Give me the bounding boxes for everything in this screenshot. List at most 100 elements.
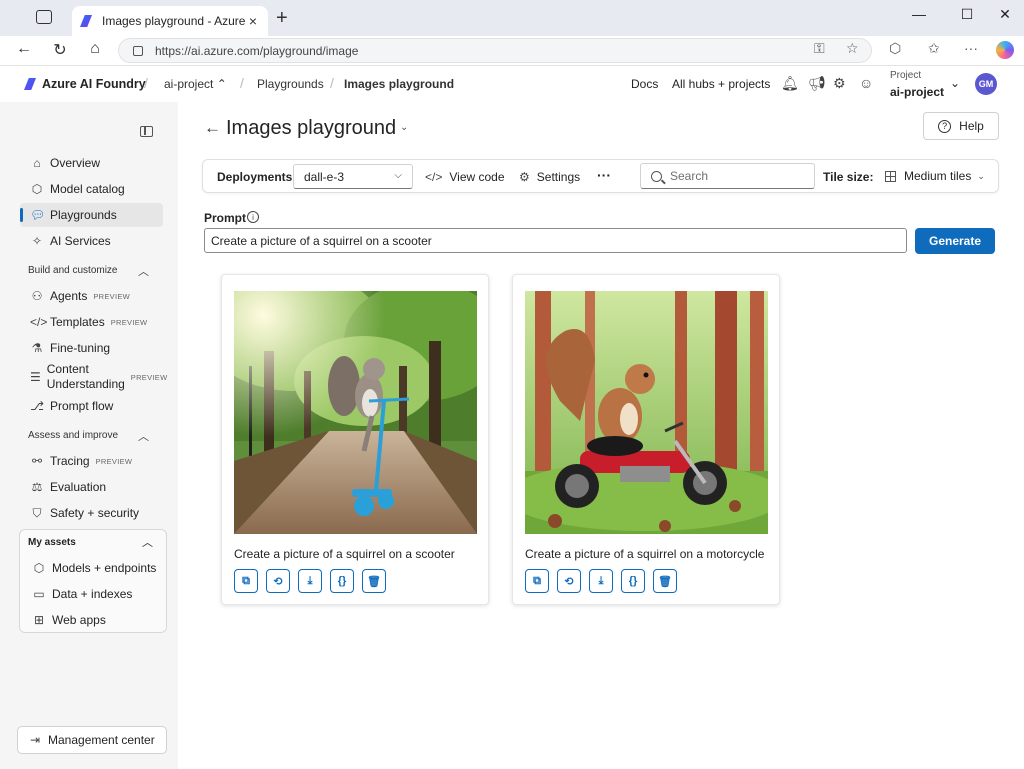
sidebar-item-model-catalog[interactable]: ⬡ Model catalog — [20, 177, 163, 201]
flask-icon: ⚗ — [31, 341, 43, 355]
sidebar-item-web-apps[interactable]: ⊞ Web apps — [22, 608, 164, 632]
copilot-icon[interactable] — [996, 41, 1014, 59]
my-assets-panel: My assets ︿ ⬡ Models + endpoints ▭ Data … — [19, 529, 167, 633]
sidebar-item-playgrounds[interactable]: 💬︎ Playgrounds — [20, 203, 163, 227]
sidebar-item-evaluation[interactable]: ⚖ Evaluation — [20, 475, 163, 499]
site-info-icon[interactable] — [133, 45, 143, 56]
delete-icon[interactable]: 🗑︎ — [653, 569, 677, 593]
address-bar: ← ↻ ⌂ https://ai.azure.com/playground/im… — [0, 36, 1024, 66]
flow-icon: ⎇ — [30, 399, 44, 413]
sidebar-item-templates[interactable]: </> Templates PREVIEW — [20, 310, 163, 334]
sidebar-item-data-indexes[interactable]: ▭ Data + indexes — [22, 582, 164, 606]
download-icon[interactable]: ⤓ — [589, 569, 613, 593]
tab-title: Images playground - Azure AI Foundry — [102, 14, 246, 28]
hubs-link[interactable]: All hubs + projects — [672, 77, 770, 91]
tab-actions-icon[interactable] — [36, 10, 52, 24]
gear-icon: ⚙ — [519, 170, 530, 184]
url-text: https://ai.azure.com/playground/image — [155, 43, 359, 58]
tile-size-dropdown[interactable]: Medium tiles ⌄ — [885, 169, 985, 183]
extensions-icon[interactable]: ⬡ — [889, 40, 901, 57]
favorite-star-icon[interactable]: ☆ — [846, 40, 859, 57]
generate-button[interactable]: Generate — [915, 228, 995, 254]
close-window-icon[interactable]: ✕ — [995, 6, 1015, 23]
tracing-icon: ⚯ — [31, 454, 43, 468]
project-name[interactable]: ai-project — [890, 85, 944, 99]
chevron-down-icon: ⌵ — [394, 170, 402, 181]
json-icon[interactable]: {} — [330, 569, 354, 593]
search-input[interactable]: Search — [640, 163, 815, 189]
avatar[interactable]: GM — [975, 73, 997, 95]
sidebar-item-prompt-flow[interactable]: ⎇ Prompt flow — [20, 394, 163, 418]
sidebar-item-tracing[interactable]: ⚯ Tracing PREVIEW — [20, 449, 163, 473]
breadcrumb-playgrounds[interactable]: Playgrounds — [257, 77, 324, 91]
docs-link[interactable]: Docs — [631, 77, 658, 91]
main-content: ← Images playground ⌄ ? Help Deployments… — [178, 102, 1024, 769]
more-options-button[interactable]: ··· — [597, 167, 611, 183]
copy-icon[interactable]: ⧉ — [525, 569, 549, 593]
sidebar-item-fine-tuning[interactable]: ⚗ Fine-tuning — [20, 336, 163, 360]
chevron-updown-icon: ⌃ — [216, 77, 227, 91]
breadcrumb-current: Images playground — [344, 77, 455, 91]
megaphone-icon[interactable]: 📢︎ — [808, 75, 826, 92]
edit-icon[interactable]: ⟲ — [557, 569, 581, 593]
edit-icon[interactable]: ⟲ — [266, 569, 290, 593]
delete-icon[interactable]: 🗑︎ — [362, 569, 386, 593]
tile-size-label: Tile size: — [823, 170, 874, 184]
breadcrumb-separator: / — [240, 75, 244, 91]
sidebar-item-models-endpoints[interactable]: ⬡ Models + endpoints — [22, 556, 164, 580]
code-icon: </> — [30, 315, 48, 329]
sidebar-item-ai-services[interactable]: ✧ AI Services — [20, 229, 163, 253]
settings-button[interactable]: ⚙ Settings — [519, 170, 580, 184]
chevron-up-icon[interactable]: ︿ — [138, 428, 149, 444]
back-arrow-icon[interactable]: ← — [204, 118, 221, 138]
more-browser-icon[interactable]: ··· — [964, 40, 978, 56]
page-title: Images playground — [226, 117, 397, 139]
minimize-icon[interactable]: — — [909, 6, 929, 22]
key-icon[interactable]: ⚿ — [814, 40, 825, 57]
new-tab-icon[interactable]: + — [276, 7, 288, 30]
brand-name[interactable]: Azure AI Foundry — [42, 77, 146, 91]
chevron-down-icon[interactable]: ⌄ — [950, 76, 960, 90]
help-button[interactable]: ? Help — [923, 112, 999, 140]
refresh-icon[interactable]: ↻ — [50, 40, 70, 60]
download-icon[interactable]: ⤓ — [298, 569, 322, 593]
deployment-dropdown[interactable]: dall-e-3 ⌵ — [293, 164, 413, 189]
copy-icon[interactable]: ⧉ — [234, 569, 258, 593]
database-icon: ▭ — [33, 587, 45, 601]
collapse-sidebar-icon[interactable] — [140, 126, 153, 137]
cube-icon: ⬡ — [33, 561, 45, 575]
image-caption: Create a picture of a squirrel on a scoo… — [234, 547, 455, 561]
gear-icon[interactable]: ⚙ — [833, 75, 846, 92]
back-icon[interactable]: ← — [14, 40, 34, 58]
chat-bubbles-icon: 💬︎ — [30, 208, 46, 222]
preview-badge: PREVIEW — [95, 456, 133, 466]
breadcrumb-project[interactable]: ai-project ⌃ — [164, 77, 227, 91]
agent-icon: ⚇ — [31, 289, 43, 303]
generated-image-motorcycle[interactable] — [525, 291, 768, 534]
url-field[interactable]: https://ai.azure.com/playground/image — [118, 38, 872, 63]
sidebar-item-overview[interactable]: ⌂ Overview — [20, 151, 163, 175]
chevron-up-icon[interactable]: ︿ — [142, 534, 153, 550]
chevron-up-icon[interactable]: ︿ — [138, 263, 149, 279]
json-icon[interactable]: {} — [621, 569, 645, 593]
generated-image-scooter[interactable] — [234, 291, 477, 534]
home-icon[interactable]: ⌂ — [85, 40, 105, 58]
sidebar-item-content-understanding[interactable]: ☰ Content Understanding PREVIEW — [20, 360, 167, 394]
bell-icon[interactable]: 🔔︎ — [781, 75, 799, 92]
section-my-assets: My assets — [28, 537, 76, 548]
smiley-icon[interactable]: ☺ — [859, 75, 873, 91]
close-tab-icon[interactable]: × — [246, 13, 260, 29]
favorites-icon[interactable]: ✩ — [928, 40, 940, 57]
question-icon: ? — [938, 119, 952, 133]
view-code-button[interactable]: </> View code — [425, 170, 505, 184]
maximize-icon[interactable]: ☐ — [957, 6, 977, 23]
prompt-input[interactable] — [204, 228, 907, 253]
management-center-button[interactable]: ⇥ Management center — [17, 726, 167, 754]
chevron-down-icon[interactable]: ⌄ — [400, 122, 408, 133]
sidebar-item-agents[interactable]: ⚇ Agents PREVIEW — [20, 284, 163, 308]
preview-badge: PREVIEW — [130, 372, 168, 382]
sidebar-item-safety-security[interactable]: ⛉ Safety + security — [20, 501, 163, 525]
browser-tab[interactable]: Images playground - Azure AI Foundry × — [72, 6, 268, 36]
browser-tab-bar: Images playground - Azure AI Foundry × +… — [0, 0, 1024, 36]
info-icon[interactable]: i — [247, 211, 259, 223]
